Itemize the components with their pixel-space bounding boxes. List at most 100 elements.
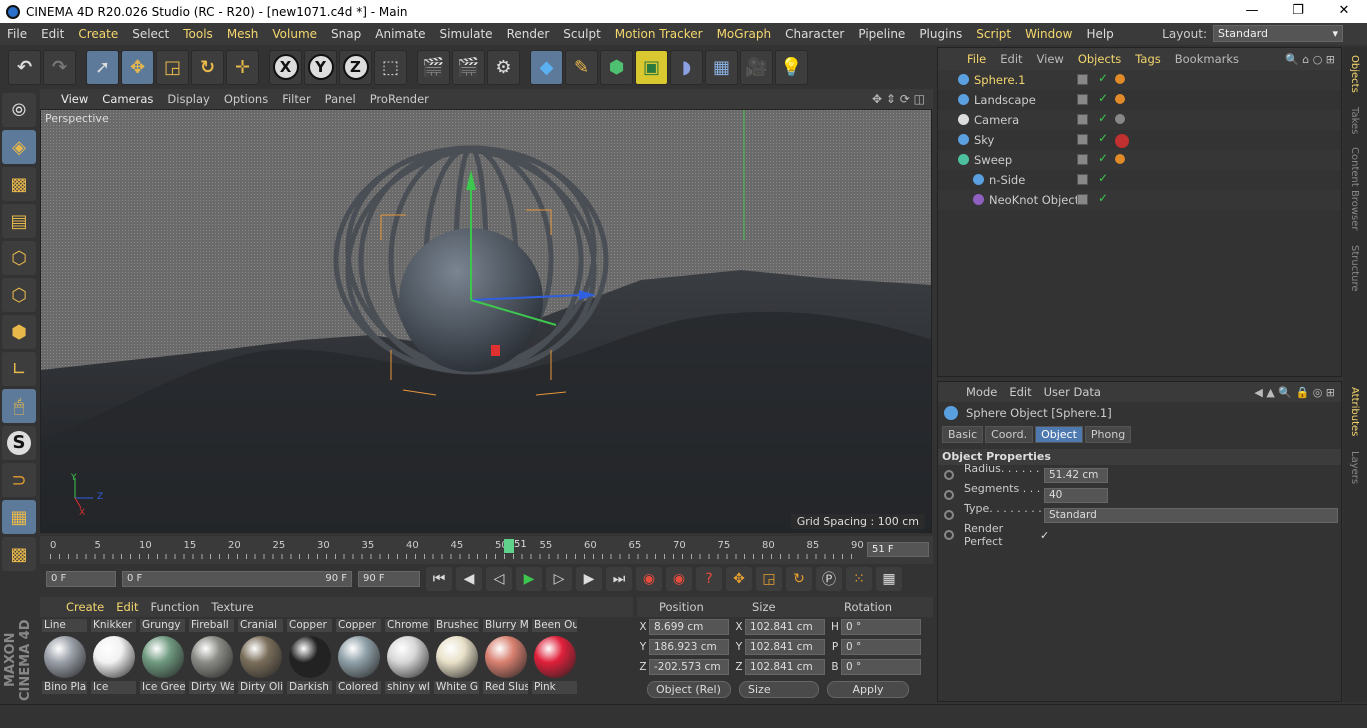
go-to-end-icon[interactable]: ⏭: [606, 567, 632, 591]
object-tag-icon[interactable]: [1115, 94, 1125, 104]
pen-spline-icon[interactable]: ✎: [565, 49, 598, 85]
points-mode-icon[interactable]: ⬡: [2, 241, 36, 275]
rotation-field[interactable]: 0 °: [841, 619, 921, 635]
minimize-button[interactable]: —: [1229, 0, 1275, 23]
x-axis-lock-button[interactable]: X: [269, 49, 302, 85]
menu-select[interactable]: Select: [125, 27, 176, 41]
object-row[interactable]: Camera ✓: [938, 110, 1341, 130]
object-name[interactable]: Sweep: [974, 153, 1012, 167]
end-frame-field[interactable]: 90 F: [358, 571, 420, 587]
workplane-lock-icon[interactable]: ▦: [2, 500, 36, 534]
menu-edit[interactable]: Edit: [34, 27, 71, 41]
axis-mode-icon[interactable]: ∟: [2, 352, 36, 386]
type-dropdown[interactable]: Standard: [1044, 507, 1338, 523]
enabled-check-icon[interactable]: ✓: [1098, 171, 1108, 185]
menu-window[interactable]: Window: [1018, 27, 1079, 41]
material-item[interactable]: Blurry M Red Slus: [483, 619, 532, 699]
move-tool-icon[interactable]: ✥: [121, 49, 154, 85]
menu-mograph[interactable]: MoGraph: [710, 27, 779, 41]
render-perfect-checkbox[interactable]: ✓: [1040, 529, 1049, 542]
material-item[interactable]: Grungy Ice Gree: [140, 619, 189, 699]
size-field[interactable]: 102.841 cm: [745, 619, 825, 635]
object-name[interactable]: Sphere.1: [974, 73, 1026, 87]
vp-menu-display[interactable]: Display: [160, 92, 216, 106]
object-name[interactable]: Sky: [974, 133, 994, 147]
att-menu-mode[interactable]: Mode: [960, 385, 1003, 399]
type-anim-icon[interactable]: [944, 510, 954, 520]
enabled-check-icon[interactable]: ✓: [1098, 191, 1108, 205]
undo-icon[interactable]: ↶: [8, 49, 41, 85]
maximize-button[interactable]: ❐: [1275, 0, 1321, 23]
floor-object-icon[interactable]: ▦: [705, 49, 738, 85]
obj-menu-file[interactable]: File: [960, 52, 993, 66]
material-item[interactable]: Fireball Dirty Wa: [189, 619, 238, 699]
tab-coord[interactable]: Coord.: [985, 426, 1034, 443]
material-item[interactable]: Line Bino Pla: [42, 619, 91, 699]
previous-key-icon[interactable]: ◀: [456, 567, 482, 591]
menu-create[interactable]: Create: [71, 27, 125, 41]
viewport-perspective[interactable]: Perspective Y Z X Grid Spacing : 100 cm: [40, 109, 932, 533]
camera-object-icon[interactable]: 🎥: [740, 49, 773, 85]
play-icon[interactable]: ▶: [516, 567, 542, 591]
tab-objects[interactable]: Objects: [1349, 55, 1360, 93]
keyframe-selection-icon[interactable]: ?: [696, 567, 722, 591]
enabled-check-icon[interactable]: ✓: [1098, 131, 1108, 145]
tab-phong[interactable]: Phong: [1084, 426, 1132, 443]
mat-menu-function[interactable]: Function: [145, 600, 206, 614]
model-mode-icon[interactable]: ◈: [2, 130, 36, 164]
rotation-field[interactable]: 0 °: [841, 639, 921, 655]
key-pla-icon[interactable]: ⁙: [846, 567, 872, 591]
current-frame-field[interactable]: 51 F: [867, 542, 929, 557]
object-name[interactable]: NeoKnot Object: [989, 193, 1079, 207]
object-tag-icon[interactable]: [1115, 114, 1125, 124]
render-settings-icon[interactable]: ⚙: [487, 49, 520, 85]
enabled-check-icon[interactable]: ✓: [1098, 71, 1108, 85]
tab-takes[interactable]: Takes: [1349, 107, 1360, 134]
rotate-tool-icon[interactable]: ↻: [191, 49, 224, 85]
size-field[interactable]: 102.841 cm: [745, 639, 825, 655]
obj-menu-objects[interactable]: Objects: [1071, 52, 1128, 66]
live-selection-icon[interactable]: ➚: [86, 49, 119, 85]
enabled-check-icon[interactable]: ✓: [1098, 111, 1108, 125]
render-picture-viewer-icon[interactable]: 🎬: [452, 49, 485, 85]
redo-icon[interactable]: ↷: [43, 49, 76, 85]
layer-visibility-icon[interactable]: [1077, 134, 1088, 145]
radius-field[interactable]: 51.42 cm: [1044, 467, 1108, 483]
object-tag-icon[interactable]: [1115, 134, 1129, 148]
position-field[interactable]: -202.573 cm: [649, 659, 729, 675]
radius-anim-icon[interactable]: [944, 470, 954, 480]
start-frame-field[interactable]: 0 F: [46, 571, 116, 587]
obj-menu-view[interactable]: View: [1030, 52, 1071, 66]
cloner-icon[interactable]: ▣: [635, 49, 668, 85]
vp-menu-view[interactable]: View: [54, 92, 95, 106]
key-rotation-icon[interactable]: ↻: [786, 567, 812, 591]
tab-structure[interactable]: Structure: [1349, 245, 1360, 292]
menu-render[interactable]: Render: [500, 27, 557, 41]
material-item[interactable]: Copper Colored: [336, 619, 385, 699]
vp-menu-cameras[interactable]: Cameras: [95, 92, 160, 106]
enabled-check-icon[interactable]: ✓: [1098, 151, 1108, 165]
layout-dropdown[interactable]: Standard: [1213, 25, 1343, 42]
menu-plugins[interactable]: Plugins: [912, 27, 969, 41]
go-to-start-icon[interactable]: ⏮: [426, 567, 452, 591]
tab-attributes[interactable]: Attributes: [1349, 387, 1360, 436]
att-menu-user-data[interactable]: User Data: [1038, 385, 1107, 399]
mat-menu-create[interactable]: Create: [60, 600, 110, 614]
position-field[interactable]: 8.699 cm: [649, 619, 729, 635]
tab-layers[interactable]: Layers: [1349, 451, 1360, 484]
rotation-field[interactable]: 0 °: [841, 659, 921, 675]
tweak-mode-icon[interactable]: 🖱: [2, 389, 36, 423]
record-icon[interactable]: ◉: [636, 567, 662, 591]
vp-menu-options[interactable]: Options: [217, 92, 275, 106]
menu-file[interactable]: File: [0, 27, 34, 41]
position-field[interactable]: 186.923 cm: [649, 639, 729, 655]
coords-size-dropdown[interactable]: Size: [739, 681, 819, 698]
key-position-icon[interactable]: ✥: [726, 567, 752, 591]
workplane-mode-icon[interactable]: ▤: [2, 204, 36, 238]
previous-frame-icon[interactable]: ◁: [486, 567, 512, 591]
timeline-current-frame-marker[interactable]: [504, 539, 514, 553]
layer-visibility-icon[interactable]: [1077, 174, 1088, 185]
menu-sculpt[interactable]: Sculpt: [556, 27, 607, 41]
timeline[interactable]: 0 5 10 15 20 25 30 35 40 45 50 55 60 65 70 75 80 85 90 51 …: [40, 536, 933, 564]
deformer-icon[interactable]: ◗: [670, 49, 703, 85]
